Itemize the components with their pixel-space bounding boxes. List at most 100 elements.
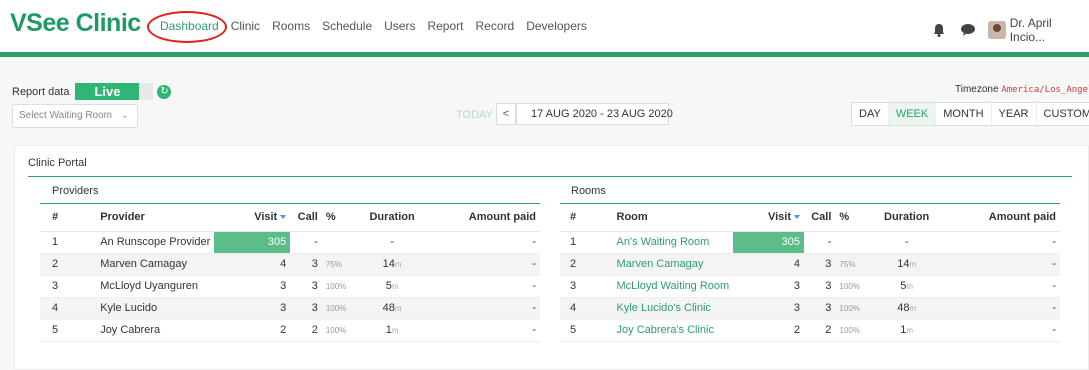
sort-desc-icon: [280, 215, 287, 220]
nav-schedule[interactable]: Schedule: [322, 19, 372, 33]
rooms-title: Rooms: [571, 185, 606, 197]
col-header-percent[interactable]: %: [835, 204, 876, 232]
duration-unit: m: [391, 282, 399, 291]
duration-value: 14: [382, 258, 395, 270]
col-header-call[interactable]: Call: [290, 204, 322, 232]
call-count: -: [290, 231, 322, 254]
refresh-icon[interactable]: ↻: [157, 84, 172, 99]
call-percent: 100%: [835, 297, 876, 320]
top-bar: VSee Clinic Dashboard Clinic Rooms Sched…: [0, 0, 1089, 52]
visit-count: 3: [214, 297, 291, 320]
chat-icon[interactable]: [960, 22, 976, 38]
call-count: 3: [803, 253, 836, 276]
duration: 1m: [362, 319, 422, 342]
amount-paid: -: [421, 275, 540, 298]
amount-paid: -: [937, 253, 1060, 276]
user-avatar[interactable]: [988, 21, 1006, 39]
call-count: 3: [290, 253, 322, 276]
duration: 48m: [875, 297, 938, 320]
table-row: 1 An's Waiting Room 305- - -: [560, 231, 1060, 254]
duration-unit: m: [909, 260, 917, 269]
col-header-visit[interactable]: Visit: [733, 204, 804, 232]
col-header-call[interactable]: Call: [803, 204, 836, 232]
duration-value: 48: [897, 302, 910, 314]
timezone-value: America/Los_Angeles: [1001, 85, 1089, 95]
call-percent: 100%: [321, 297, 363, 320]
col-header-visit[interactable]: Visit: [214, 204, 291, 232]
duration: 14m: [875, 253, 938, 276]
prev-week-button[interactable]: <: [496, 103, 516, 125]
table-row: 3 McLloyd Waiting Room 3 3 100% 5m -: [560, 275, 1060, 298]
visit-count: 3: [733, 275, 804, 298]
nav-report[interactable]: Report: [427, 19, 463, 33]
duration: 48m: [362, 297, 422, 320]
panel-divider: [28, 176, 1072, 177]
duration-value: 14: [897, 258, 910, 270]
duration-unit: m: [906, 326, 914, 335]
duration: -: [362, 231, 422, 254]
call-count: 3: [290, 275, 322, 298]
amount-paid: -: [421, 253, 540, 276]
user-name[interactable]: Dr. April Incio...: [1010, 16, 1089, 44]
visit-count: 2: [214, 319, 291, 342]
date-range-picker[interactable]: 17 AUG 2020 - 23 AUG 2020: [516, 103, 673, 125]
room-name-link[interactable]: An's Waiting Room: [612, 231, 734, 254]
nav-clinic[interactable]: Clinic: [231, 19, 260, 33]
row-number: 2: [560, 253, 613, 276]
nav-record[interactable]: Record: [476, 19, 515, 33]
timezone-label: Timezone: [955, 84, 999, 95]
col-header-amount-paid[interactable]: Amount paid: [421, 204, 540, 232]
live-toggle[interactable]: Live: [75, 83, 154, 100]
col-header-room[interactable]: Room: [612, 204, 734, 232]
room-name-link[interactable]: Kyle Lucido's Clinic: [612, 297, 734, 320]
room-name-link[interactable]: Marven Camagay: [612, 253, 734, 276]
room-name-link[interactable]: Joy Cabrera's Clinic: [612, 319, 734, 342]
col-header-provider[interactable]: Provider: [96, 204, 215, 232]
visit-header-label: Visit: [254, 211, 278, 224]
call-count: 3: [290, 297, 322, 320]
call-count: 2: [803, 319, 836, 342]
visit-count: 3: [214, 275, 291, 298]
call-percent: 75%: [835, 253, 876, 276]
visit-count: 305: [214, 231, 291, 254]
col-header-percent[interactable]: %: [321, 204, 363, 232]
panel-title: Clinic Portal: [28, 157, 87, 169]
col-header-duration[interactable]: Duration: [362, 204, 422, 232]
toggle-knob: [139, 83, 154, 100]
duration-value: -: [390, 236, 394, 248]
nav-rooms[interactable]: Rooms: [272, 19, 310, 33]
nav-users[interactable]: Users: [384, 19, 415, 33]
nav-developers[interactable]: Developers: [526, 19, 587, 33]
table-row: 2 Marven Camagay 4 3 75% 14m -: [560, 253, 1060, 276]
bell-icon[interactable]: [930, 21, 948, 39]
period-day[interactable]: DAY: [852, 103, 889, 125]
app-logo[interactable]: VSee Clinic: [10, 9, 141, 38]
providers-table: # Provider Visit Call % Duration Amount …: [40, 204, 540, 342]
duration-unit: m: [394, 304, 402, 313]
visit-count: 4: [733, 253, 804, 276]
today-button[interactable]: TODAY: [456, 109, 493, 121]
period-week[interactable]: WEEK: [888, 103, 937, 125]
row-number: 2: [40, 253, 97, 276]
room-name-link[interactable]: McLloyd Waiting Room: [612, 275, 734, 298]
duration: 14m: [362, 253, 422, 276]
waiting-room-placeholder: Select Waiting Room: [19, 110, 112, 121]
col-header-amount-paid[interactable]: Amount paid: [937, 204, 1060, 232]
call-percent: 75%: [321, 253, 363, 276]
col-header-duration[interactable]: Duration: [875, 204, 938, 232]
waiting-room-select[interactable]: Select Waiting Room ⌄: [12, 104, 138, 128]
call-percent: [835, 231, 876, 254]
period-year[interactable]: YEAR: [992, 103, 1037, 125]
amount-paid: -: [937, 231, 1060, 254]
row-number: 5: [560, 319, 613, 342]
timezone-display: Timezone America/Los_Angeles: [955, 84, 1089, 95]
period-custom[interactable]: CUSTOM: [1037, 103, 1089, 125]
amount-paid: -: [421, 319, 540, 342]
period-month[interactable]: MONTH: [936, 103, 992, 125]
duration-unit: m: [394, 260, 402, 269]
row-number: 5: [40, 319, 97, 342]
visit-count: 305: [733, 231, 804, 254]
call-percent: 100%: [321, 275, 363, 298]
table-row: 5 Joy Cabrera's Clinic 2 2 100% 1m -: [560, 319, 1060, 342]
visit-count: 4: [214, 253, 291, 276]
